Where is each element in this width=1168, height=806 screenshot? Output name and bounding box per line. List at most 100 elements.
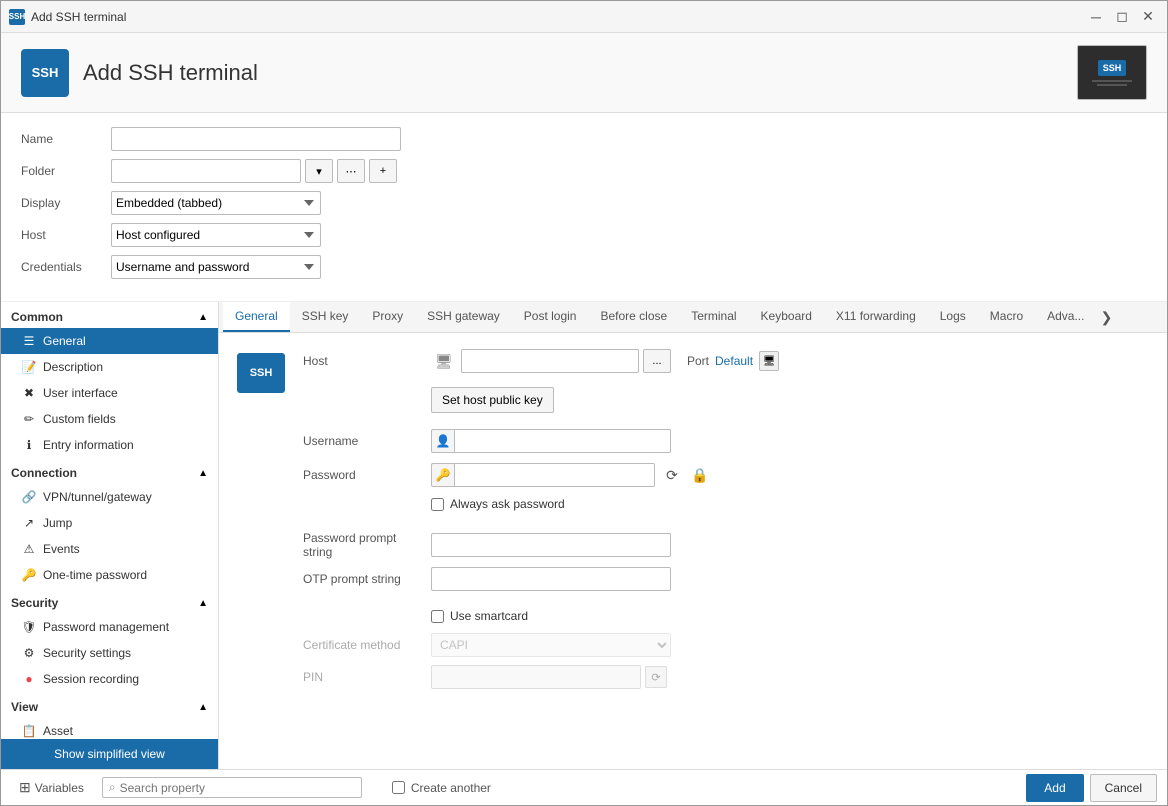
sidebar-item-asset[interactable]: 📋 Asset: [1, 718, 218, 739]
password-input[interactable]: [455, 463, 655, 487]
folder-controls: ▾ ⋯ +: [111, 159, 397, 183]
tab-proxy[interactable]: Proxy: [360, 302, 415, 332]
host-select[interactable]: Host configured Custom host Use asset: [111, 223, 321, 247]
use-smartcard-label: Use smartcard: [450, 609, 528, 623]
display-label: Display: [21, 196, 111, 210]
sidebar-item-general[interactable]: ☰ General: [1, 328, 218, 354]
content-area: General SSH key Proxy SSH gateway Post l…: [219, 302, 1167, 769]
sidebar-item-ui-label: User interface: [43, 386, 118, 400]
username-person-icon: 👤: [431, 429, 455, 453]
sidebar: Common ▲ ☰ General 📝 Description ✖ User …: [1, 302, 219, 769]
cancel-button[interactable]: Cancel: [1090, 774, 1157, 802]
use-smartcard-checkbox[interactable]: [431, 610, 444, 623]
search-property-container: ⌕: [102, 777, 362, 798]
sidebar-section-security-label: Security: [11, 596, 58, 610]
sidebar-item-password-management[interactable]: 🛡 Password management: [1, 614, 218, 640]
tab-advanced[interactable]: Adva...: [1035, 302, 1096, 332]
sidebar-item-vpn[interactable]: 🔗 VPN/tunnel/gateway: [1, 484, 218, 510]
dialog-header: SSH Add SSH terminal SSH: [1, 33, 1167, 113]
titlebar-controls: ─ ◻ ✕: [1085, 6, 1159, 28]
tab-before-close[interactable]: Before close: [588, 302, 679, 332]
host-input[interactable]: [461, 349, 639, 373]
password-prompt-label: Password prompt string: [303, 531, 423, 559]
pw-icon: 🛡: [21, 619, 37, 635]
simplified-view-button[interactable]: Show simplified view: [1, 739, 218, 769]
tab-post-login[interactable]: Post login: [512, 302, 589, 332]
tab-terminal[interactable]: Terminal: [679, 302, 748, 332]
tab-logs[interactable]: Logs: [928, 302, 978, 332]
sidebar-item-events[interactable]: ⚠ Events: [1, 536, 218, 562]
minimize-button[interactable]: ─: [1085, 6, 1107, 28]
set-host-public-key-button[interactable]: Set host public key: [431, 387, 554, 413]
username-input[interactable]: [455, 429, 671, 453]
password-options-button[interactable]: 🔒: [689, 464, 711, 486]
tabs-scroll-right-button[interactable]: ❯: [1096, 302, 1116, 332]
monitor-icon: 🖥: [763, 356, 776, 367]
credentials-select[interactable]: Username and password Private key Certif…: [111, 255, 321, 279]
security-settings-icon: ⚙: [21, 645, 37, 661]
sidebar-item-general-label: General: [43, 334, 86, 348]
header-app-icon: SSH: [21, 49, 69, 97]
add-button[interactable]: Add: [1026, 774, 1083, 802]
tab-ssh-key[interactable]: SSH key: [290, 302, 361, 332]
certificate-method-label: Certificate method: [303, 638, 423, 652]
password-prompt-input[interactable]: [431, 533, 671, 557]
otp-icon: 🔑: [21, 567, 37, 583]
tab-macro[interactable]: Macro: [978, 302, 1035, 332]
tab-keyboard[interactable]: Keyboard: [749, 302, 824, 332]
tab-general[interactable]: General: [223, 302, 290, 332]
host-field-row: Host 🖥 ... Port Default 🖥: [303, 349, 1151, 373]
port-section: Port Default 🖥: [687, 351, 779, 371]
maximize-button[interactable]: ◻: [1111, 6, 1133, 28]
otp-prompt-label: OTP prompt string: [303, 572, 423, 586]
sidebar-item-description[interactable]: 📝 Description: [1, 354, 218, 380]
sidebar-section-common-label: Common: [11, 310, 63, 324]
sidebar-item-entry-information[interactable]: ℹ Entry information: [1, 432, 218, 458]
folder-dropdown-btn[interactable]: ▾: [305, 159, 333, 183]
variables-button[interactable]: ⊞ Variables: [11, 775, 92, 800]
sidebar-item-user-interface[interactable]: ✖ User interface: [1, 380, 218, 406]
general-icon: ☰: [21, 333, 37, 349]
tab-x11-forwarding[interactable]: X11 forwarding: [824, 302, 928, 332]
folder-more-btn[interactable]: ⋯: [337, 159, 365, 183]
sidebar-section-common-header[interactable]: Common ▲: [1, 302, 218, 328]
name-input[interactable]: [111, 127, 401, 151]
create-another-label: Create another: [411, 781, 491, 795]
sidebar-item-otp[interactable]: 🔑 One-time password: [1, 562, 218, 588]
create-another-checkbox[interactable]: [392, 781, 405, 794]
sidebar-item-session-recording[interactable]: ● Session recording: [1, 666, 218, 692]
sidebar-section-security-header[interactable]: Security ▲: [1, 588, 218, 614]
tabs-bar: General SSH key Proxy SSH gateway Post l…: [219, 302, 1167, 333]
sidebar-item-jump[interactable]: ↗ Jump: [1, 510, 218, 536]
folder-add-btn[interactable]: +: [369, 159, 397, 183]
search-property-input[interactable]: [120, 781, 355, 795]
port-default-link[interactable]: Default: [715, 354, 753, 368]
otp-prompt-input[interactable]: [431, 567, 671, 591]
sidebar-item-description-label: Description: [43, 360, 103, 374]
sidebar-inner: Common ▲ ☰ General 📝 Description ✖ User …: [1, 302, 218, 739]
jump-icon: ↗: [21, 515, 37, 531]
sidebar-item-events-label: Events: [43, 542, 80, 556]
password-prompt-row: Password prompt string: [303, 531, 1151, 559]
sidebar-item-security-settings[interactable]: ⚙ Security settings: [1, 640, 218, 666]
always-ask-password-label: Always ask password: [450, 497, 565, 511]
close-button[interactable]: ✕: [1137, 6, 1159, 28]
footer-actions: Add Cancel: [1026, 774, 1157, 802]
general-icon-col: SSH: [235, 349, 287, 697]
use-smartcard-row: Use smartcard: [431, 609, 1151, 623]
always-ask-password-checkbox[interactable]: [431, 498, 444, 511]
host-more-button[interactable]: ...: [643, 349, 671, 373]
main-layout: Common ▲ ☰ General 📝 Description ✖ User …: [1, 302, 1167, 769]
port-icon-button[interactable]: 🖥: [759, 351, 779, 371]
sidebar-section-connection-header[interactable]: Connection ▲: [1, 458, 218, 484]
folder-input[interactable]: [111, 159, 301, 183]
titlebar-title: Add SSH terminal: [31, 10, 1085, 24]
dialog-title: Add SSH terminal: [83, 60, 258, 86]
tab-ssh-gateway[interactable]: SSH gateway: [415, 302, 512, 332]
ssh-thumbnail: SSH: [1077, 45, 1147, 100]
sidebar-item-custom-fields[interactable]: ✏ Custom fields: [1, 406, 218, 432]
password-generate-button[interactable]: ⟳: [661, 464, 683, 486]
display-select[interactable]: Embedded (tabbed): [111, 191, 321, 215]
search-icon: ⌕: [109, 780, 116, 795]
sidebar-section-view-header[interactable]: View ▲: [1, 692, 218, 718]
